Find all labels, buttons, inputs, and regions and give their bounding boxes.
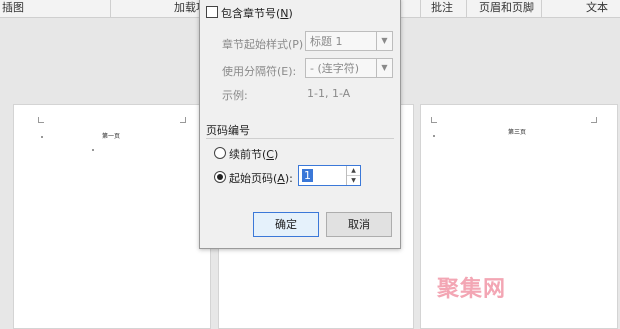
document-page-1[interactable]: 第一页	[13, 104, 211, 329]
margin-corner-mark	[38, 117, 44, 123]
example-label: 示例:	[222, 89, 248, 102]
start-at-radio[interactable]	[214, 171, 226, 183]
ribbon-separator	[420, 0, 421, 17]
chevron-down-icon: ▼	[376, 59, 392, 77]
spin-down-icon[interactable]: ▼	[347, 176, 360, 185]
separator-select[interactable]: - (连字符) ▼	[305, 58, 393, 78]
example-value: 1-1, 1-A	[307, 87, 351, 100]
start-at-value[interactable]: 1	[302, 169, 313, 182]
page-heading: 第三页	[508, 129, 527, 136]
page-heading: 第一页	[102, 133, 121, 140]
ribbon-group-comments: 批注	[431, 1, 453, 14]
paragraph-mark	[92, 149, 94, 151]
margin-corner-mark	[591, 117, 597, 123]
continue-previous-label[interactable]: 续前节(C)	[229, 146, 278, 162]
separator-value: - (连字符)	[310, 62, 360, 75]
chapter-style-select[interactable]: 标题 1 ▼	[305, 31, 393, 51]
cancel-button[interactable]: 取消	[326, 212, 392, 237]
separator-label: 使用分隔符(E):	[222, 65, 297, 78]
margin-corner-mark	[431, 117, 437, 123]
page-number-format-dialog: 包含章节号(N) 章节起始样式(P) 标题 1 ▼ 使用分隔符(E): - (连…	[199, 0, 401, 249]
page-numbering-section-title: 页码编号	[206, 124, 250, 137]
ribbon-separator	[541, 0, 542, 17]
chevron-down-icon: ▼	[376, 32, 392, 50]
ribbon-group-text: 文本	[586, 1, 608, 14]
ok-button[interactable]: 确定	[253, 212, 319, 237]
site-watermark: 聚集网	[437, 277, 507, 302]
include-chapter-label[interactable]: 包含章节号(N)	[221, 5, 293, 21]
section-divider	[206, 138, 394, 139]
ribbon-group-illustrations: 插图	[2, 1, 24, 14]
paragraph-mark	[433, 135, 435, 137]
spin-up-icon[interactable]: ▲	[347, 166, 360, 176]
ribbon-separator	[466, 0, 467, 17]
include-chapter-checkbox[interactable]	[206, 6, 218, 18]
ribbon-group-header-footer: 页眉和页脚	[479, 1, 534, 14]
start-at-label[interactable]: 起始页码(A):	[229, 170, 293, 186]
continue-previous-radio[interactable]	[214, 147, 226, 159]
paragraph-mark	[41, 136, 43, 138]
margin-corner-mark	[180, 117, 186, 123]
spinner-buttons: ▲ ▼	[346, 166, 360, 185]
chapter-style-value: 标题 1	[310, 35, 343, 48]
chapter-style-label: 章节起始样式(P)	[222, 38, 304, 51]
start-at-spinner[interactable]: 1 ▲ ▼	[298, 165, 361, 186]
ribbon-separator	[110, 0, 111, 17]
